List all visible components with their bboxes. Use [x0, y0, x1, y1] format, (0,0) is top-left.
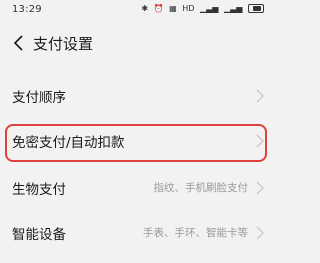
setting-label: 支付顺序: [12, 90, 66, 106]
setting-label: 免密支付/自动扣款: [12, 135, 125, 151]
setting-row-password-free-payment[interactable]: 免密支付/自动扣款: [0, 120, 272, 160]
chevron-right-icon: [256, 180, 264, 195]
network-speed-icon: ▦: [169, 4, 177, 13]
setting-value: 指纹、手机刷脸支付: [153, 182, 249, 194]
setting-label: 生物支付: [12, 182, 66, 198]
setting-row-payment-order[interactable]: 支付顺序: [0, 75, 272, 115]
signal-icon: ▁▃▅: [223, 4, 243, 13]
signal-icon: ▁▃▅: [199, 4, 219, 13]
battery-icon: [248, 4, 264, 13]
page-title: 支付设置: [33, 35, 94, 53]
status-bar: 13:29 ✱ ⏰ ▦ HD ▁▃▅ ▁▃▅: [0, 0, 272, 20]
chevron-right-icon: [256, 133, 264, 148]
nav-bar: 支付设置: [0, 28, 272, 60]
setting-label: 智能设备: [12, 227, 66, 243]
chevron-right-icon: [256, 225, 264, 240]
volte-icon: HD: [182, 4, 195, 13]
setting-row-biometric-payment[interactable]: 生物支付 指纹、手机刷脸支付: [0, 167, 272, 207]
status-time: 13:29: [12, 4, 42, 15]
status-icons: ✱ ⏰ ▦ HD ▁▃▅ ▁▃▅: [138, 4, 264, 13]
bluetooth-icon: ✱: [141, 4, 149, 13]
setting-row-smart-devices[interactable]: 智能设备 手表、手环、智能卡等: [0, 212, 272, 252]
chevron-right-icon: [256, 88, 264, 103]
back-arrow-icon[interactable]: [9, 32, 29, 54]
setting-value: 手表、手环、智能卡等: [143, 227, 248, 239]
alarm-icon: ⏰: [153, 4, 164, 13]
